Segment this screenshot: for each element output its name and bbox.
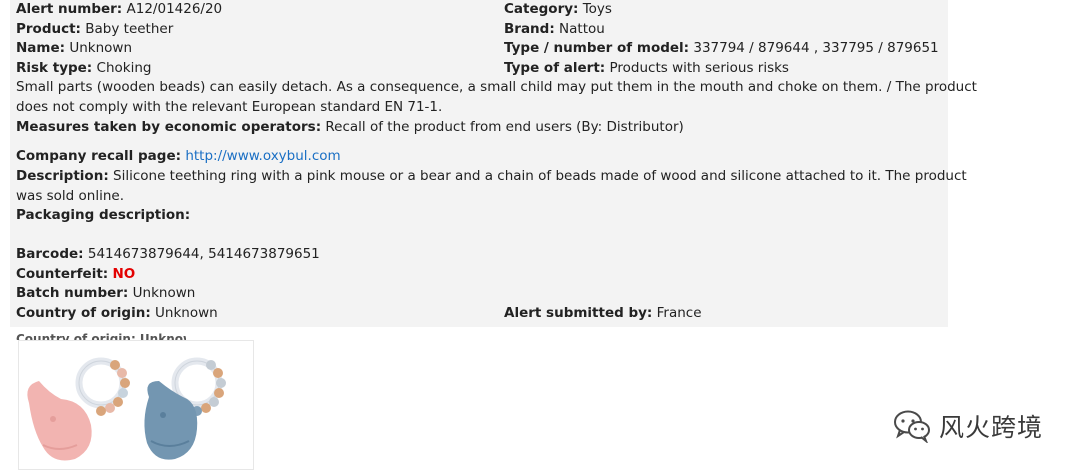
risk-type-value: Choking [96,59,152,76]
alert-type-row: Type of alert: Products with serious ris… [504,59,789,76]
wechat-watermark: 风火跨境 [893,404,1043,448]
brand-row: Brand: Nattou [504,20,605,37]
origin-row: Country of origin: Unknown [16,304,218,321]
description-value: Silicone teething ring with a pink mouse… [113,168,967,184]
measures-value: Recall of the product from end users (By… [325,119,684,135]
alert-type-value: Products with serious risks [609,59,789,76]
brand-value: Nattou [559,20,605,37]
origin-value: Unknown [155,304,218,321]
recall-page-link[interactable]: http://www.oxybul.com [185,148,340,164]
category-row: Category: Toys [504,1,612,17]
pink-mouse-teether [27,357,130,461]
alert-number-row: Alert number: A12/01426/20 [16,1,223,17]
alert-details-panel: Alert number: A12/01426/20 Category: Toy… [10,0,977,327]
risk-type-row: Risk type: Choking [16,59,152,76]
barcode-row: Barcode: 5414673879644, 5414673879651 [16,246,320,262]
batch-row: Batch number: Unknown [16,285,196,302]
risk-description-line-2: does not comply with the relevant Europe… [16,99,443,115]
model-value: 337794 / 879644 , 337795 / 879651 [693,40,939,57]
counterfeit-row: Counterfeit: NO [16,265,136,282]
name-row: Name: Unknown [16,40,132,57]
description-line-1: Description: Silicone teething ring with… [16,168,967,184]
product-row: Product: Baby teether [16,20,174,37]
submitted-value: France [656,304,702,321]
watermark-text: 风火跨境 [939,413,1044,442]
product-value: Baby teether [85,20,174,37]
recall-page-row: Company recall page: http://www.oxybul.c… [16,148,341,164]
risk-description-line-1: Small parts (wooden beads) can easily de… [16,79,977,96]
counterfeit-value: NO [112,265,136,282]
cropped-origin-text: Country of origin: Unknown [16,332,186,340]
teethers-illustration [27,357,226,461]
description-line-2: was sold online. [16,187,125,204]
name-value: Unknown [69,40,132,57]
packaging-row: Packaging description: [16,207,191,223]
batch-value: Unknown [132,285,196,302]
wechat-icon [894,410,930,443]
measures-row: Measures taken by economic operators: Re… [16,119,684,135]
category-value: Toys [582,1,612,17]
model-row: Type / number of model: 337794 / 879644 … [504,40,939,57]
blue-bear-teether [144,357,226,460]
barcode-value: 5414673879644, 5414673879651 [87,246,320,262]
product-image [18,340,254,470]
submitted-row: Alert submitted by: France [504,304,702,321]
alert-number-value: A12/01426/20 [126,1,223,17]
